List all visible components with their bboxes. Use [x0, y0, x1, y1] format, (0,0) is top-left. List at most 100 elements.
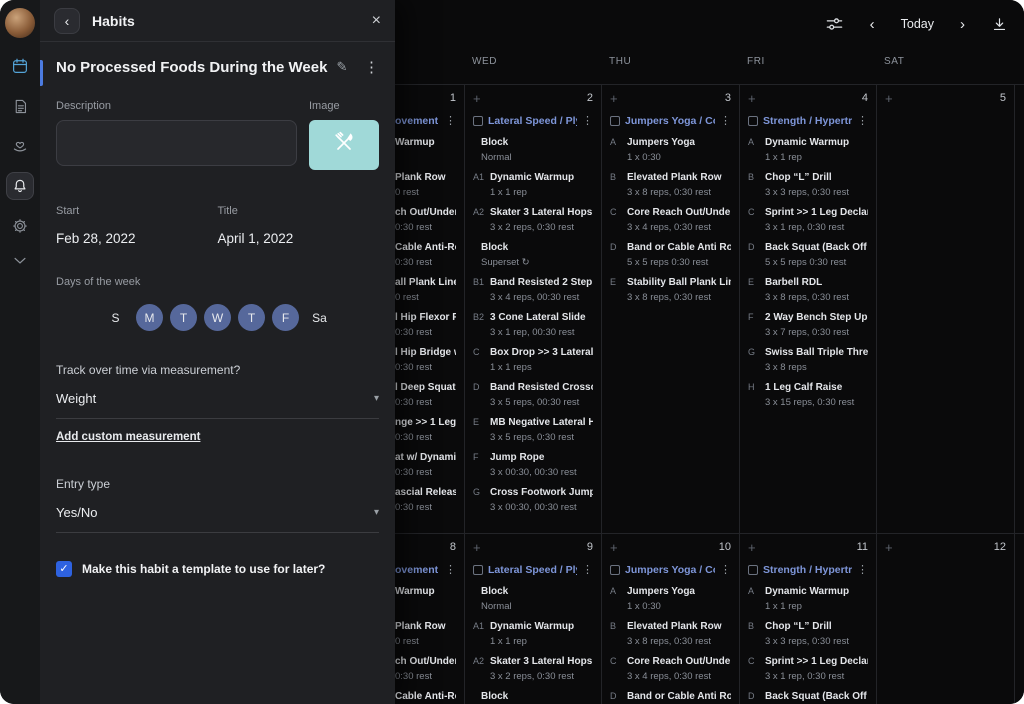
back-button[interactable]: ‹: [54, 8, 80, 34]
add-workout-button[interactable]: +: [748, 541, 756, 554]
exercise-item[interactable]: ch Out/Under0:30 rest: [395, 206, 456, 233]
kebab-icon[interactable]: ⋮: [720, 116, 731, 127]
day-toggle-3-w[interactable]: W: [204, 304, 231, 331]
day-toggle-2-t[interactable]: T: [170, 304, 197, 331]
add-workout-button[interactable]: +: [610, 92, 618, 105]
today-button[interactable]: Today: [901, 17, 934, 31]
exercise-item[interactable]: BElevated Plank Row3 x 8 reps, 0:30 rest: [610, 620, 731, 647]
exercise-item[interactable]: ADynamic Warmup1 x 1 rep: [748, 136, 868, 163]
kebab-icon[interactable]: ⋮: [582, 565, 593, 576]
add-workout-button[interactable]: +: [610, 541, 618, 554]
day-toggle-1-m[interactable]: M: [136, 304, 163, 331]
add-workout-button[interactable]: +: [473, 541, 481, 554]
exercise-item[interactable]: AJumpers Yoga1 x 0:30: [610, 136, 731, 163]
exercise-item[interactable]: CCore Reach Out/Under3 x 4 reps, 0:30 re…: [610, 206, 731, 233]
workout-checkbox[interactable]: [473, 565, 483, 575]
day-toggle-5-f[interactable]: F: [272, 304, 299, 331]
exercise-item[interactable]: A2Skater 3 Lateral Hops >> ...3 x 2 reps…: [473, 206, 593, 233]
exercise-item[interactable]: B1Band Resisted 2 Step Late...3 x 4 reps…: [473, 276, 593, 303]
exercise-item[interactable]: DBand or Cable Anti Rotati...5 x 5 reps …: [610, 241, 731, 268]
chevron-down-icon[interactable]: [6, 246, 34, 274]
exercise-item[interactable]: DBack Squat (Back Off Set): [748, 690, 868, 703]
gear-icon[interactable]: [6, 212, 34, 240]
template-checkbox[interactable]: ✓: [56, 561, 72, 577]
exercise-item[interactable]: all Plank Linear ...0 rest: [395, 276, 456, 303]
exercise-item[interactable]: l Hip Flexor Rais...0:30 rest: [395, 311, 456, 338]
next-week-icon[interactable]: ›: [960, 17, 965, 32]
exercise-item[interactable]: FJump Rope3 x 00:30, 00:30 rest: [473, 451, 593, 478]
kebab-icon[interactable]: ⋮: [364, 58, 379, 76]
exercise-item[interactable]: ADynamic Warmup1 x 1 rep: [748, 585, 868, 612]
workout-title[interactable]: ovement Q...: [395, 115, 440, 127]
day-toggle-4-t[interactable]: T: [238, 304, 265, 331]
exercise-item[interactable]: BlockSuperset ↻: [473, 241, 593, 268]
exercise-item[interactable]: BElevated Plank Row3 x 8 reps, 0:30 rest: [610, 171, 731, 198]
exercise-item[interactable]: Plank Row0 rest: [395, 620, 456, 647]
workout-title[interactable]: Lateral Speed / Plyo: [488, 564, 577, 576]
day-toggle-6-sa[interactable]: Sa: [306, 304, 333, 331]
kebab-icon[interactable]: ⋮: [445, 116, 456, 127]
prev-week-icon[interactable]: ‹: [870, 17, 875, 32]
bell-icon[interactable]: [6, 172, 34, 200]
document-icon[interactable]: [6, 92, 34, 120]
exercise-item[interactable]: BChop “L” Drill3 x 3 reps, 0:30 rest: [748, 620, 868, 647]
description-textarea[interactable]: [56, 120, 297, 166]
start-date-field[interactable]: Feb 28, 2022: [56, 231, 218, 246]
workout-checkbox[interactable]: [610, 565, 620, 575]
exercise-item[interactable]: GCross Footwork Jump Rope3 x 00:30, 00:3…: [473, 486, 593, 513]
workout-checkbox[interactable]: [748, 565, 758, 575]
heart-hands-icon[interactable]: [6, 132, 34, 160]
close-icon[interactable]: ×: [372, 13, 381, 29]
exercise-item[interactable]: DBand Resisted Crossover...3 x 5 reps, 0…: [473, 381, 593, 408]
measurement-select[interactable]: Weight ▾: [56, 391, 379, 419]
exercise-item[interactable]: Plank Row0 rest: [395, 171, 456, 198]
add-workout-button[interactable]: +: [885, 92, 893, 105]
exercise-item[interactable]: EStability Ball Plank Linear ...3 x 8 re…: [610, 276, 731, 303]
workout-checkbox[interactable]: [610, 116, 620, 126]
pencil-icon[interactable]: ✎: [336, 59, 364, 75]
exercise-item[interactable]: F2 Way Bench Step Up3 x 7 reps, 0:30 res…: [748, 311, 868, 338]
day-toggle-0-s[interactable]: S: [102, 304, 129, 331]
exercise-item[interactable]: CBox Drop >> 3 Lateral H...1 x 1 reps: [473, 346, 593, 373]
exercise-item[interactable]: A1Dynamic Warmup1 x 1 rep: [473, 620, 593, 647]
exercise-item[interactable]: A2Skater 3 Lateral Hops >> ...3 x 2 reps…: [473, 655, 593, 682]
habit-image[interactable]: [309, 120, 379, 170]
entry-type-select[interactable]: Yes/No ▾: [56, 505, 379, 533]
workout-title[interactable]: Jumpers Yoga / Core: [625, 564, 715, 576]
kebab-icon[interactable]: ⋮: [857, 565, 868, 576]
add-workout-button[interactable]: +: [748, 92, 756, 105]
workout-checkbox[interactable]: [473, 116, 483, 126]
workout-title[interactable]: Strength / Hypertro...: [763, 115, 852, 127]
exercise-item[interactable]: BlockNormal: [473, 585, 593, 612]
workout-title[interactable]: Strength / Hypertro...: [763, 564, 852, 576]
exercise-item[interactable]: CSprint >> 1 Leg Declarations3 x 1 rep, …: [748, 206, 868, 233]
exercise-item[interactable]: ch Out/Under0:30 rest: [395, 655, 456, 682]
kebab-icon[interactable]: ⋮: [857, 116, 868, 127]
exercise-item[interactable]: CCore Reach Out/Under3 x 4 reps, 0:30 re…: [610, 655, 731, 682]
exercise-item[interactable]: Cable Anti-Rotati...0:30 rest: [395, 241, 456, 268]
workout-title[interactable]: Jumpers Yoga / Core: [625, 115, 715, 127]
exercise-item[interactable]: Block: [473, 690, 593, 703]
exercise-item[interactable]: at w/ Dynamic P...0:30 rest: [395, 451, 456, 478]
exercise-item[interactable]: DBack Squat (Back Off Set)5 x 5 reps 0:3…: [748, 241, 868, 268]
kebab-icon[interactable]: ⋮: [720, 565, 731, 576]
add-workout-button[interactable]: +: [885, 541, 893, 554]
exercise-item[interactable]: DBand or Cable Anti Rotati...: [610, 690, 731, 703]
exercise-item[interactable]: A1Dynamic Warmup1 x 1 rep: [473, 171, 593, 198]
exercise-item[interactable]: EBarbell RDL3 x 8 reps, 0:30 rest: [748, 276, 868, 303]
exercise-item[interactable]: EMB Negative Lateral Hop...3 x 5 reps, 0…: [473, 416, 593, 443]
exercise-item[interactable]: nge >> 1 Leg St...0:30 rest: [395, 416, 456, 443]
exercise-item[interactable]: l Hip Bridge w/ ...0:30 rest: [395, 346, 456, 373]
exercise-item[interactable]: ascial Release C...0:30 rest: [395, 486, 456, 513]
exercise-item[interactable]: Warmup: [395, 585, 456, 612]
filters-icon[interactable]: [825, 16, 844, 32]
exercise-item[interactable]: l Deep Squat Mo...0:30 rest: [395, 381, 456, 408]
kebab-icon[interactable]: ⋮: [582, 116, 593, 127]
exercise-item[interactable]: BChop “L” Drill3 x 3 reps, 0:30 rest: [748, 171, 868, 198]
exercise-item[interactable]: AJumpers Yoga1 x 0:30: [610, 585, 731, 612]
workout-title[interactable]: ovement Q...: [395, 564, 440, 576]
exercise-item[interactable]: B23 Cone Lateral Slide3 x 1 rep, 00:30 r…: [473, 311, 593, 338]
add-custom-measurement-link[interactable]: Add custom measurement: [56, 431, 200, 443]
calendar-icon[interactable]: [6, 52, 34, 80]
exercise-item[interactable]: Warmup: [395, 136, 456, 163]
